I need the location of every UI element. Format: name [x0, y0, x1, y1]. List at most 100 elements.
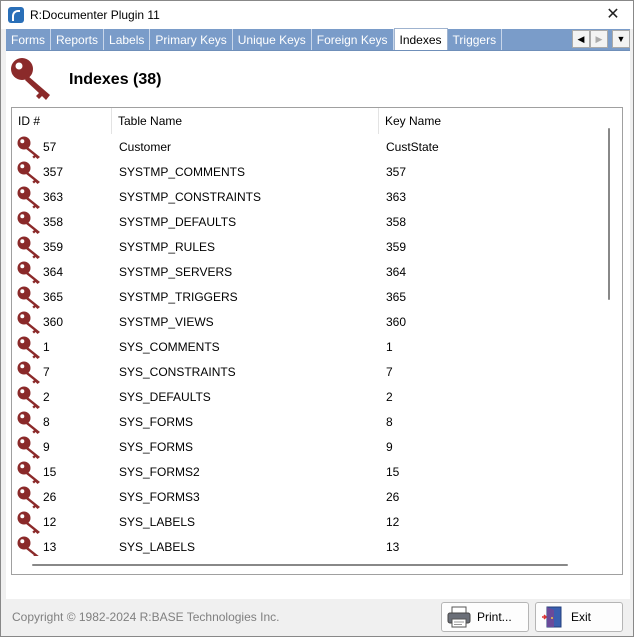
tab-forms[interactable]: Forms: [6, 29, 51, 50]
cell-id: 7: [12, 360, 112, 384]
tab-labels[interactable]: Labels: [104, 29, 151, 50]
cell-id-value: 8: [43, 414, 50, 429]
cell-key-name: 364: [386, 264, 407, 279]
window-title: R:Documenter Plugin 11: [30, 8, 160, 22]
cell-table-name: SYS_FORMS: [119, 439, 194, 454]
key-icon: [17, 261, 40, 284]
cell-key-name: 2: [386, 389, 393, 404]
cell-id: 9: [12, 435, 112, 459]
cell-id-value: 360: [43, 314, 64, 329]
cell-key-name: 365: [386, 289, 407, 304]
tab-reports[interactable]: Reports: [51, 29, 105, 50]
cell-id-value: 7: [43, 364, 50, 379]
table-row[interactable]: 363 SYSTMP_CONSTRAINTS 363: [12, 184, 604, 209]
table-row[interactable]: 7 SYS_CONSTRAINTS 7: [12, 359, 604, 384]
key-icon: [17, 186, 40, 209]
cell-id-value: 364: [43, 264, 64, 279]
cell-key-name: 15: [386, 464, 400, 479]
app-window: R:Documenter Plugin 11 ✕ Forms Reports L…: [0, 0, 634, 637]
table-row[interactable]: 8 SYS_FORMS 8: [12, 409, 604, 434]
key-icon: [17, 411, 40, 434]
horizontal-scrollbar[interactable]: [12, 556, 622, 574]
cell-id-value: 358: [43, 214, 64, 229]
table-row[interactable]: 2 SYS_DEFAULTS 2: [12, 384, 604, 409]
key-icon: [17, 311, 40, 334]
table-row[interactable]: 15 SYS_FORMS2 15: [12, 459, 604, 484]
key-icon: [17, 536, 40, 559]
cell-id: 8: [12, 410, 112, 434]
column-header-key-name[interactable]: Key Name: [379, 108, 604, 134]
cell-key-name: 26: [386, 489, 400, 504]
tab-unique-keys[interactable]: Unique Keys: [233, 29, 312, 50]
cell-table-name: SYS_DEFAULTS: [119, 389, 211, 404]
column-header-table-name[interactable]: Table Name: [112, 108, 379, 134]
exit-door-icon: [542, 606, 562, 628]
table-row[interactable]: 365 SYSTMP_TRIGGERS 365: [12, 284, 604, 309]
cell-id: 364: [12, 260, 112, 284]
table-row[interactable]: 358 SYSTMP_DEFAULTS 358: [12, 209, 604, 234]
cell-table-name: SYSTMP_SERVERS: [119, 264, 233, 279]
table-row[interactable]: 12 SYS_LABELS 12: [12, 509, 604, 534]
tab-foreign-keys[interactable]: Foreign Keys: [312, 29, 394, 50]
cell-id: 12: [12, 510, 112, 534]
cell-table-name: SYS_CONSTRAINTS: [119, 364, 236, 379]
cell-key-name: 8: [386, 414, 393, 429]
tab-strip: Forms Reports Labels Primary Keys Unique…: [6, 28, 630, 51]
vertical-scrollbar[interactable]: [604, 108, 622, 558]
horizontal-scroll-thumb[interactable]: [32, 564, 568, 566]
cell-table-name: SYSTMP_CONSTRAINTS: [119, 189, 262, 204]
print-button[interactable]: Print...: [441, 602, 529, 632]
key-icon: [17, 236, 40, 259]
table-row[interactable]: 26 SYS_FORMS3 26: [12, 484, 604, 509]
cell-id-value: 2: [43, 389, 50, 404]
table-row[interactable]: 57 Customer CustState: [12, 134, 604, 159]
tab-primary-keys[interactable]: Primary Keys: [150, 29, 233, 50]
cell-id: 359: [12, 235, 112, 259]
indexes-key-icon: [11, 58, 50, 100]
print-button-label: Print...: [477, 610, 512, 624]
indexes-grid[interactable]: ID # Table Name Key Name 57 Customer CustS…: [11, 107, 623, 575]
cell-id-value: 365: [43, 289, 64, 304]
cell-id-value: 363: [43, 189, 64, 204]
table-row[interactable]: 9 SYS_FORMS 9: [12, 434, 604, 459]
grid-rows: 57 Customer CustState 357 SYSTMP_COMMENTS 357…: [12, 134, 604, 559]
tab-indexes[interactable]: Indexes: [393, 28, 448, 50]
table-row[interactable]: 359 SYSTMP_RULES 359: [12, 234, 604, 259]
cell-id: 15: [12, 460, 112, 484]
column-header-id[interactable]: ID #: [12, 108, 112, 134]
table-row[interactable]: 1 SYS_COMMENTS 1: [12, 334, 604, 359]
cell-table-name: Customer: [119, 139, 172, 154]
table-row[interactable]: 357 SYSTMP_COMMENTS 357: [12, 159, 604, 184]
table-row[interactable]: 364 SYSTMP_SERVERS 364: [12, 259, 604, 284]
cell-id: 358: [12, 210, 112, 234]
tab-scroll-controls: ◀ ▶ ▼: [570, 30, 630, 48]
table-row[interactable]: 360 SYSTMP_VIEWS 360: [12, 309, 604, 334]
exit-button[interactable]: Exit: [535, 602, 623, 632]
tab-triggers[interactable]: Triggers: [448, 29, 503, 50]
key-icon: [17, 211, 40, 234]
key-icon: [17, 511, 40, 534]
cell-id-value: 357: [43, 164, 64, 179]
cell-table-name: SYS_FORMS: [119, 414, 194, 429]
cell-key-name: 360: [386, 314, 407, 329]
cell-table-name: SYS_LABELS: [119, 514, 196, 529]
key-icon: [17, 286, 40, 309]
tab-scroll-left-button[interactable]: ◀: [572, 30, 590, 48]
cell-table-name: SYSTMP_RULES: [119, 239, 216, 254]
cell-key-name: 357: [386, 164, 407, 179]
tab-list-dropdown-button[interactable]: ▼: [612, 30, 630, 48]
key-icon: [17, 461, 40, 484]
cell-id-value: 13: [43, 539, 57, 554]
cell-id: 13: [12, 535, 112, 559]
cell-id-value: 26: [43, 489, 57, 504]
key-icon: [17, 486, 40, 509]
exit-button-label: Exit: [571, 610, 592, 624]
cell-id-value: 359: [43, 239, 64, 254]
close-button[interactable]: ✕: [603, 5, 623, 25]
cell-key-name: 7: [386, 364, 393, 379]
vertical-scroll-thumb[interactable]: [608, 128, 610, 300]
tab-scroll-right-button[interactable]: ▶: [590, 30, 608, 48]
cell-table-name: SYSTMP_DEFAULTS: [119, 214, 237, 229]
key-icon: [17, 436, 40, 459]
key-icon: [17, 386, 40, 409]
